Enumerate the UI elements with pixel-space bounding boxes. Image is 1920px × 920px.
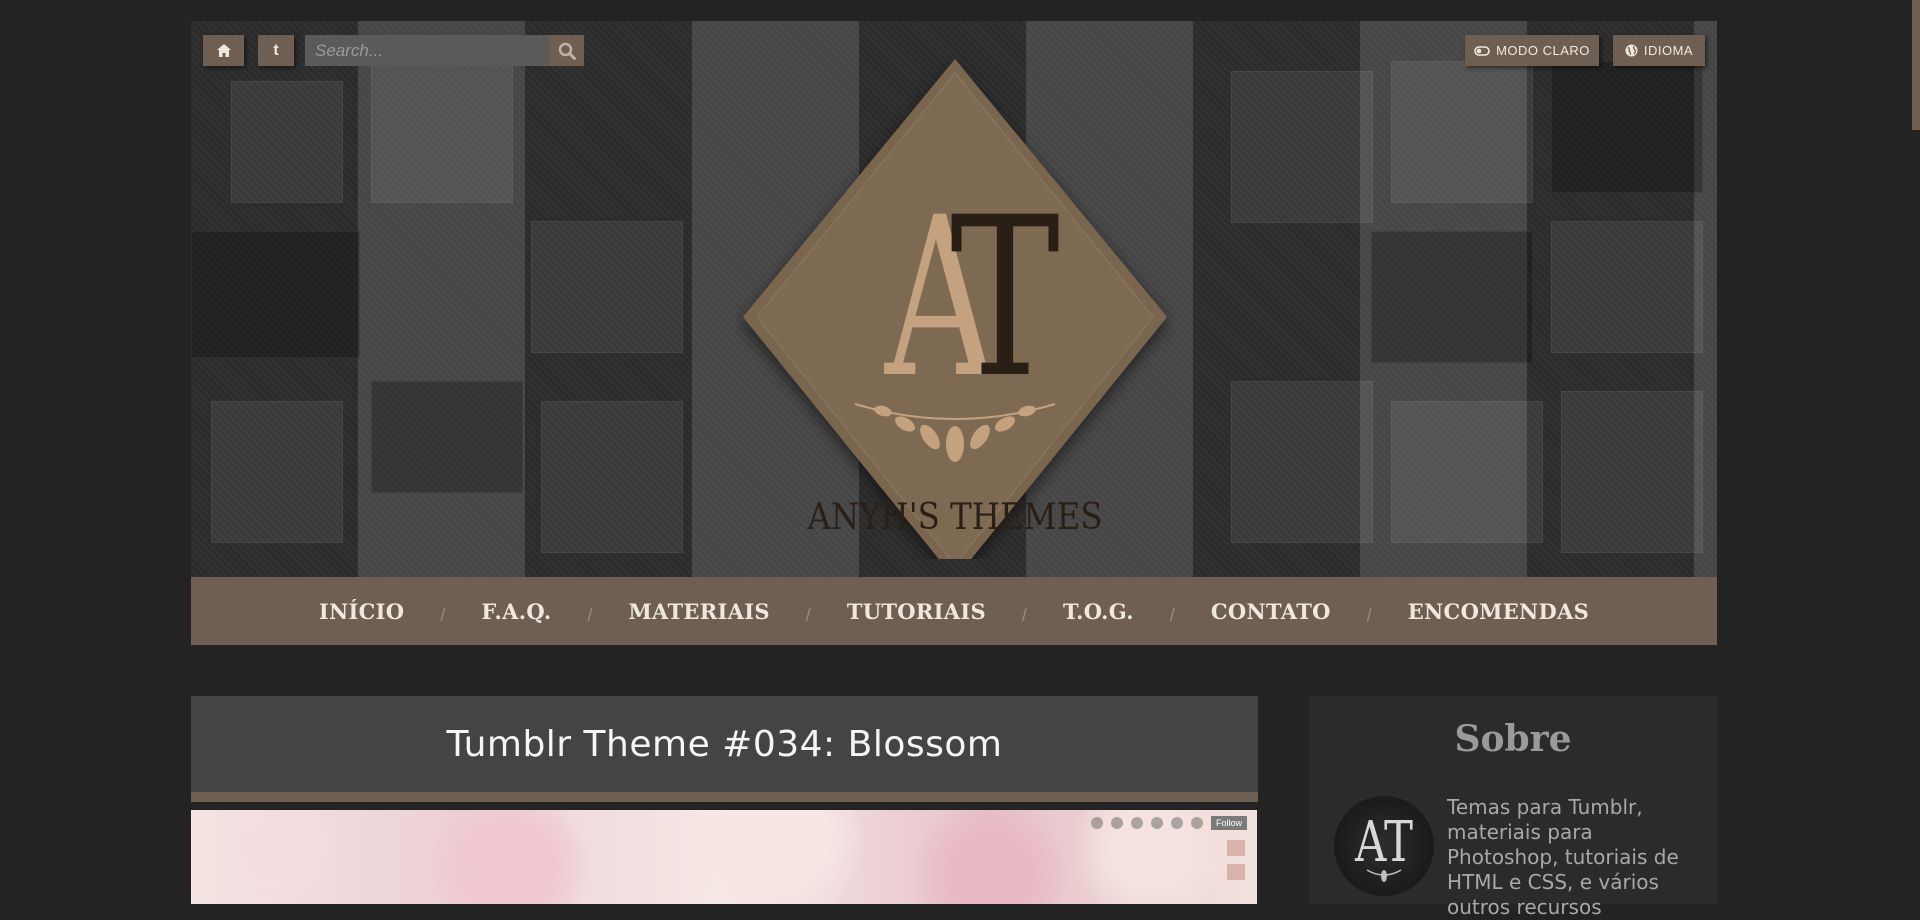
logo-wordmark: ANYH'S THEMES (807, 497, 1103, 538)
avatar-monogram: AT (1354, 810, 1413, 875)
language-button[interactable]: IDIOMA (1613, 35, 1705, 66)
nav-separator: / (440, 604, 446, 625)
nav-separator: / (1366, 604, 1372, 625)
svg-text:T: T (950, 170, 1060, 426)
tumblr-icon: t (273, 41, 279, 59)
preview-side-button (1227, 864, 1245, 880)
nav-item-faq[interactable]: F.A.Q. (481, 599, 551, 624)
user-icon (1190, 817, 1203, 829)
sidebar-title: Sobre (1454, 718, 1572, 760)
sidebar-description: Temas para Tumblr, materiais para Photos… (1447, 795, 1679, 919)
home-button[interactable] (203, 35, 244, 66)
tumblr-button[interactable]: t (258, 35, 294, 66)
main-nav: INÍCIO / F.A.Q. / MATERIAIS / TUTORIAIS … (191, 577, 1717, 645)
toggle-icon (1474, 45, 1490, 56)
nav-item-contato[interactable]: CONTATO (1211, 599, 1331, 624)
home-icon (1090, 817, 1103, 829)
preview-side-button (1227, 840, 1245, 856)
page-scrollbar[interactable] (1912, 0, 1920, 904)
nav-item-tutoriais[interactable]: TUTORIAIS (847, 599, 986, 624)
search-icon (558, 42, 576, 60)
globe-icon (1625, 44, 1638, 57)
scrollbar-thumb[interactable] (1912, 0, 1920, 130)
preview-topbar: Follow (1090, 816, 1247, 830)
post-title[interactable]: Tumblr Theme #034: Blossom (447, 724, 1003, 765)
avatar: AT (1334, 796, 1434, 896)
light-mode-label: MODO CLARO (1496, 43, 1590, 58)
site-logo[interactable]: A T ANYH'S THEMES (735, 39, 1175, 559)
nav-separator: / (1021, 604, 1027, 625)
nav-separator: / (805, 604, 811, 625)
nav-item-encomendas[interactable]: ENCOMENDAS (1408, 599, 1589, 624)
home-icon (216, 44, 231, 57)
logo-monogram: A T (884, 170, 1060, 426)
sidebar-about: Sobre AT Temas para Tumblr, materiais pa… (1309, 696, 1717, 919)
plus-icon (1130, 817, 1143, 829)
avatar-logo: AT (1354, 810, 1413, 882)
nav-item-inicio[interactable]: INÍCIO (319, 599, 404, 624)
nav-separator: / (587, 604, 593, 625)
nav-item-materiais[interactable]: MATERIAIS (629, 599, 770, 624)
palette-icon (1150, 817, 1163, 829)
header-banner: t MODO CLARO IDIOMA A (191, 21, 1717, 577)
nav-separator: / (1169, 604, 1175, 625)
post-header: Tumblr Theme #034: Blossom (191, 696, 1258, 802)
preview-follow-button: Follow (1210, 816, 1247, 830)
post-preview-image[interactable]: Follow (191, 810, 1257, 904)
eye-icon (1110, 817, 1123, 829)
language-label: IDIOMA (1643, 43, 1694, 58)
nav-item-tog[interactable]: T.O.G. (1063, 599, 1134, 624)
light-mode-button[interactable]: MODO CLARO (1465, 35, 1599, 66)
gear-icon (1170, 817, 1183, 829)
search-button[interactable] (549, 35, 584, 66)
search-input[interactable] (305, 35, 549, 66)
